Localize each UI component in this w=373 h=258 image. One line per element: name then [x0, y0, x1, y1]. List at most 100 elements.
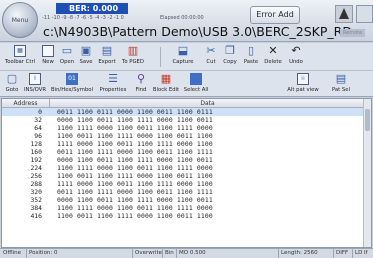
table-row[interactable]: 320 0011 1100 1111 0000 1100 0011 1100 11… [2, 188, 365, 196]
alt-pattern-view-button[interactable]: ⁞⁞ Alt pat view [286, 73, 320, 93]
table-row[interactable]: 224 1100 1111 0000 1100 0011 1100 1111 00… [2, 164, 365, 172]
properties-button[interactable]: ☰ Properties [96, 72, 130, 94]
table-row[interactable]: 416 1100 0011 1100 1111 0000 1100 0011 11… [2, 212, 365, 220]
row-address: 128 [30, 140, 42, 148]
row-data[interactable]: 1111 0000 1100 0011 1100 1111 0000 1100 [57, 180, 213, 188]
row-address: 192 [30, 156, 42, 164]
status-overwrite: Overwrite [132, 249, 162, 258]
status-mode: Offline [3, 250, 22, 256]
table-row[interactable]: 32 0000 1100 0011 1100 1111 0000 1100 001… [2, 116, 365, 124]
side-panel-button[interactable] [356, 5, 373, 23]
capture-button[interactable]: ⬓ Capture [170, 45, 196, 66]
find-button[interactable]: ⚲ Find [132, 72, 150, 94]
bin-hex-icon: 01 [66, 73, 78, 85]
table-row[interactable]: 160 0011 1100 1111 0000 1100 0011 1100 11… [2, 148, 365, 156]
ber-readout: BER: 0.000 [56, 3, 128, 14]
goto-button[interactable]: ▢ Goto [3, 72, 21, 94]
row-address: 416 [30, 212, 42, 220]
delete-button[interactable]: ✕ Delete [262, 45, 284, 66]
open-button[interactable]: ▭ Open [58, 44, 76, 66]
table-row[interactable]: 64 1100 1111 0000 1100 0011 1100 1111 000… [2, 124, 365, 132]
row-data[interactable]: 1100 0011 1100 1111 0000 1100 0011 1100 [57, 132, 213, 140]
status-ld: LD If [352, 249, 368, 258]
toolbar-separator [160, 47, 161, 67]
title-bar: Menu BER: 0.000 -11 -10 -9 -8 -7 -6 -5 -… [0, 0, 373, 42]
select-all-button[interactable]: Select All [182, 73, 210, 93]
table-row[interactable]: 352 0000 1100 0011 1100 1111 0000 1100 00… [2, 196, 365, 204]
export-icon: ▤ [101, 44, 113, 57]
paste-button[interactable]: ▯ Paste [242, 45, 260, 66]
table-row[interactable]: 128 1111 0000 1100 0011 1100 1111 0000 11… [2, 140, 365, 148]
ins-ovr-button[interactable]: I INS/OVR [22, 73, 48, 93]
pattern-select-icon: ▤ [335, 72, 347, 85]
row-address: 288 [30, 180, 42, 188]
edit-toolbar: ▦ Toolbar Ctrl New ▭ Open ▣ Save ▤ Expor… [0, 43, 373, 71]
file-path: c:\N4903B\Pattern Demo\USB 3.0\BERC_2SKP… [43, 24, 357, 39]
row-address: 0 [38, 108, 42, 116]
row-data[interactable]: 0000 1100 0011 1100 1111 0000 1100 0011 [57, 116, 213, 124]
to-pged-button[interactable]: ▥ To PGED [120, 45, 146, 66]
properties-icon: ☰ [108, 72, 118, 85]
bin-hex-symbol-button[interactable]: 01 Bin/Hex/Symbol [50, 73, 94, 93]
copy-icon: ❐ [225, 44, 235, 57]
elapsed-time: Elapsed 00:00:00 [160, 15, 204, 21]
undo-icon: ↶ [291, 44, 301, 57]
goto-icon: ▢ [6, 72, 18, 85]
ber-scale: -11 -10 -9 -8 -7 -6 -5 -4 -3 -2 -1 0 [42, 15, 124, 21]
table-row[interactable]: 288 1111 0000 1100 0011 1100 1111 0000 11… [2, 180, 365, 188]
select-all-icon [190, 73, 202, 85]
vertical-scrollbar[interactable] [363, 99, 371, 247]
row-address: 160 [30, 148, 42, 156]
row-data[interactable]: 1100 0011 1100 1111 0000 1100 0011 1100 [57, 212, 213, 220]
table-row[interactable]: 384 1100 1111 0000 1100 0011 1100 1111 00… [2, 204, 365, 212]
status-diff: DIFF [333, 249, 348, 258]
status-length: Length: 2560 [278, 249, 318, 258]
row-address: 352 [30, 196, 42, 204]
alt-pattern-icon: ⁞⁞ [297, 73, 309, 85]
export-button[interactable]: ▤ Export [96, 44, 118, 66]
cut-button[interactable]: ✂ Cut [204, 44, 218, 66]
new-doc-icon [42, 45, 54, 57]
row-data[interactable]: 0011 1100 1111 0000 1100 0011 1100 1111 [57, 188, 213, 196]
block-edit-icon: ▦ [160, 72, 172, 85]
toolbar-ctrl-button[interactable]: ▦ Toolbar Ctrl [3, 45, 37, 65]
menu-button[interactable]: Menu [2, 2, 38, 38]
find-icon: ⚲ [136, 72, 146, 85]
save-icon: ▣ [80, 44, 92, 57]
table-row[interactable]: 192 0000 1100 0011 1100 1111 0000 1100 00… [2, 156, 365, 164]
copy-button[interactable]: ❐ Copy [221, 44, 239, 66]
table-row[interactable]: 96 1100 0011 1100 1111 0000 1100 0011 110… [2, 132, 365, 140]
row-data[interactable]: 0000 1100 0011 1100 1111 0000 1100 0011 [57, 156, 213, 164]
open-folder-icon: ▭ [61, 44, 73, 57]
cut-icon: ✂ [206, 44, 216, 57]
status-position: Position: 0 [26, 249, 58, 258]
grid-rows: 0 0011 1100 0111 0000 1100 0011 1100 0111… [2, 108, 365, 220]
pattern-grid[interactable]: Address Data 0 0011 1100 0111 0000 1100 0… [1, 98, 372, 248]
address-column-header[interactable]: Address [2, 99, 50, 108]
block-edit-button[interactable]: ▦ Block Edit [151, 72, 181, 94]
scroll-thumb[interactable] [365, 109, 370, 131]
row-data[interactable]: 1100 1111 0000 1100 0011 1100 1111 0000 [57, 164, 213, 172]
row-data[interactable]: 1100 1111 0000 1100 0011 1100 1111 0000 [57, 204, 213, 212]
pattern-select-button[interactable]: ▤ Pat Sel [330, 72, 352, 94]
new-button[interactable]: New [40, 45, 56, 65]
error-add-button[interactable]: Error Add [250, 6, 300, 24]
status-bar: Offline Position: 0 Overwrite Bin MO 0.5… [0, 248, 373, 258]
row-data[interactable]: 1100 0011 1100 1111 0000 1100 0011 1100 [57, 172, 213, 180]
row-data[interactable]: 1111 0000 1100 0011 1100 1111 0000 1100 [57, 140, 213, 148]
row-address: 96 [34, 132, 42, 140]
row-data[interactable]: 0011 1100 1111 0000 1100 0011 1100 1111 [57, 148, 213, 156]
table-row[interactable]: 0 0011 1100 0111 0000 1100 0011 1100 0111 [2, 108, 365, 116]
warning-icon[interactable] [335, 5, 353, 23]
save-button[interactable]: ▣ Save [78, 44, 94, 66]
row-address: 256 [30, 172, 42, 180]
status-mo: MO 0.500 [176, 249, 206, 258]
row-address: 32 [34, 116, 42, 124]
data-column-header[interactable]: Data [50, 99, 365, 108]
remote-indicator: Remote [340, 29, 366, 37]
undo-button[interactable]: ↶ Undo [287, 44, 305, 66]
table-row[interactable]: 256 1100 0011 1100 1111 0000 1100 0011 11… [2, 172, 365, 180]
row-data[interactable]: 0000 1100 0011 1100 1111 0000 1100 0011 [57, 196, 213, 204]
row-data[interactable]: 0011 1100 0111 0000 1100 0011 1100 0111 [57, 108, 213, 116]
row-data[interactable]: 1100 1111 0000 1100 0011 1100 1111 0000 [57, 124, 213, 132]
